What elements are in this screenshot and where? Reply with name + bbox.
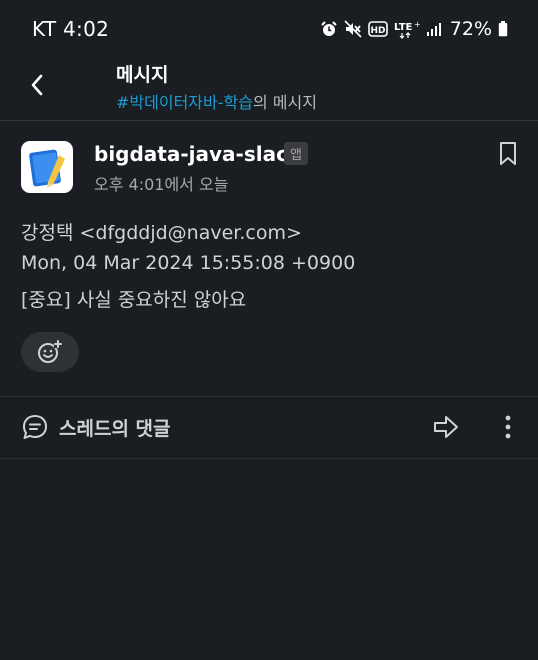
battery-percent: 72% <box>449 18 492 40</box>
add-reaction-icon <box>38 340 62 363</box>
header: 메시지 #박데이터자바-학습의 메시지 <box>0 58 538 121</box>
message-line-sender: 강정택 <dfgddjd@naver.com> <box>21 222 302 244</box>
notebook-icon <box>29 149 65 188</box>
sender-name[interactable]: bigdata-java-slack <box>94 142 301 166</box>
bookmark-button[interactable] <box>495 139 521 169</box>
header-subtitle: #박데이터자바-학습의 메시지 <box>116 89 317 113</box>
thread-label: 스레드의 댓글 <box>59 417 171 440</box>
mute-icon <box>344 20 362 38</box>
share-arrow-icon <box>434 416 458 438</box>
lte-icon: LTE + <box>394 20 420 39</box>
comment-icon <box>23 415 47 439</box>
divider <box>0 458 538 459</box>
status-time: KT 4:02 <box>32 17 110 41</box>
app-avatar[interactable] <box>21 141 73 193</box>
message-line-date: Mon, 04 Mar 2024 15:55:08 +0900 <box>21 252 356 274</box>
svg-text:HD: HD <box>370 26 385 36</box>
more-options-button[interactable] <box>496 411 520 443</box>
page-title: 메시지 <box>116 64 169 86</box>
subtitle-suffix: 의 메시지 <box>252 93 317 112</box>
hd-icon: HD <box>367 21 388 37</box>
status-bar: KT 4:02 HD LTE + 72% <box>0 0 538 58</box>
thread-replies-button[interactable]: 스레드의 댓글 <box>21 411 171 443</box>
svg-text:LTE: LTE <box>394 22 413 33</box>
status-icons: HD LTE + 72% <box>320 16 508 42</box>
app-badge: 앱 <box>284 142 308 165</box>
chevron-left-icon <box>31 74 43 96</box>
message-time: 오후 4:01에서 오늘 <box>94 175 229 194</box>
share-button[interactable] <box>430 411 462 443</box>
message-line-subject: [중요] 사실 중요하진 않아요 <box>21 289 247 311</box>
battery-icon <box>498 21 508 37</box>
back-button[interactable] <box>18 66 56 104</box>
signal-icon <box>426 23 441 36</box>
channel-link[interactable]: #박데이터자바-학습 <box>116 93 253 112</box>
alarm-icon <box>321 21 337 36</box>
bookmark-icon <box>500 142 516 165</box>
svg-text:+: + <box>414 20 420 29</box>
add-reaction-button[interactable] <box>21 332 79 372</box>
thread-bar: 스레드의 댓글 <box>0 397 538 457</box>
more-vertical-icon <box>505 415 511 439</box>
